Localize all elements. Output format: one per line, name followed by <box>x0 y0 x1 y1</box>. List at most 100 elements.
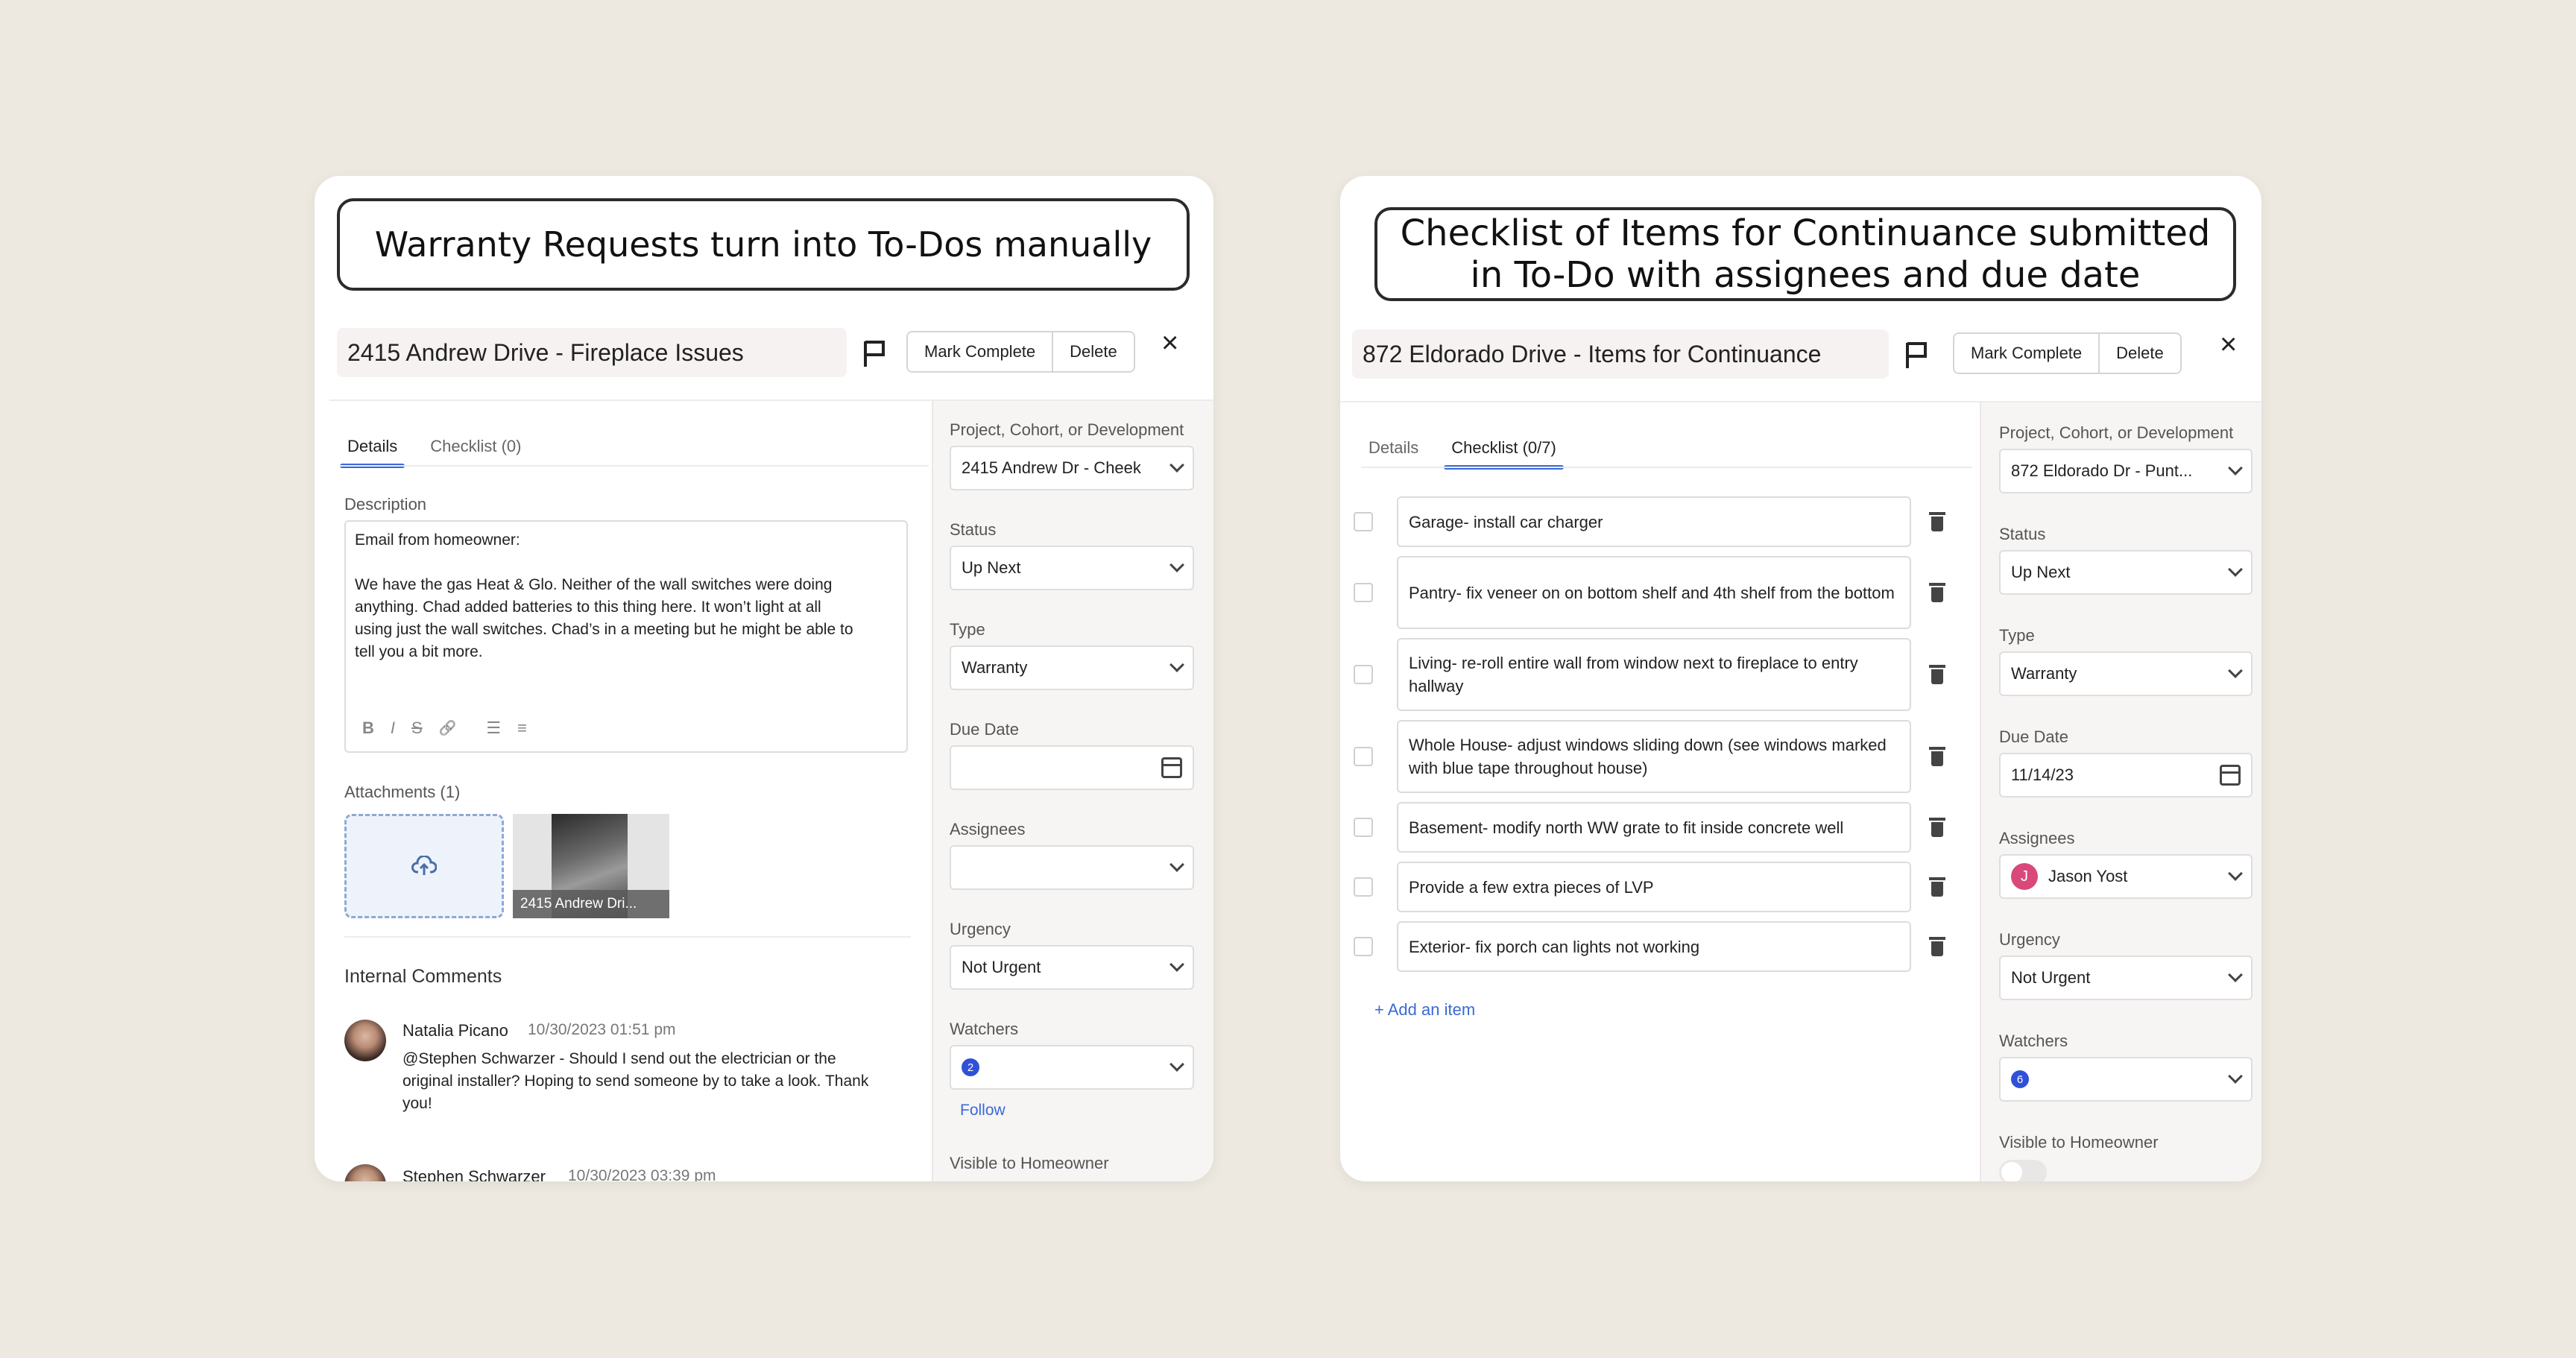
tab-divider <box>1361 467 1972 468</box>
due-date-label: Due Date <box>1999 727 2068 746</box>
project-select[interactable]: 2415 Andrew Dr - Cheek <box>950 446 1194 490</box>
checklist-item-text[interactable]: Whole House- adjust windows sliding down… <box>1397 720 1911 793</box>
watchers-count-badge: 2 <box>962 1058 979 1076</box>
attachment-caption: 2415 Andrew Dri... <box>513 890 669 918</box>
close-icon[interactable]: × <box>1161 328 1178 358</box>
chevron-down-icon <box>2228 562 2243 577</box>
due-date-field[interactable]: 11/14/23 <box>1999 753 2253 798</box>
flag-icon[interactable] <box>862 338 887 368</box>
watchers-label: Watchers <box>1999 1032 2068 1050</box>
calendar-icon[interactable] <box>2220 765 2241 786</box>
todo-title: 872 Eldorado Drive - Items for Continuan… <box>1363 340 1822 367</box>
tab-details[interactable]: Details <box>1361 438 1426 468</box>
caption-box: Warranty Requests turn into To-Dos manua… <box>337 198 1190 291</box>
todo-title-field[interactable]: 2415 Andrew Drive - Fireplace Issues <box>337 328 847 377</box>
checklist-item-text[interactable]: Pantry- fix veneer on on bottom shelf an… <box>1397 556 1911 629</box>
checklist-checkbox[interactable] <box>1354 818 1373 837</box>
status-select[interactable]: Up Next <box>950 546 1194 590</box>
checklist-checkbox[interactable] <box>1354 747 1373 766</box>
description-line: tell you a bit more. <box>355 643 483 660</box>
delete-button[interactable]: Delete <box>2098 334 2180 373</box>
comment-line: original installer? Hoping to send someo… <box>402 1073 869 1090</box>
checklist-checkbox[interactable] <box>1354 583 1373 602</box>
chevron-down-icon <box>1169 458 1184 473</box>
caption-text: Warranty Requests turn into To-Dos manua… <box>374 224 1152 265</box>
attachment-thumbnail[interactable]: 2415 Andrew Dri... <box>513 814 669 918</box>
project-label: Project, Cohort, or Development <box>1999 423 2234 442</box>
editor-toolbar: B I S 🔗 ☰ ≡ <box>362 719 527 738</box>
comment-author: Natalia Picano <box>402 1021 508 1040</box>
urgency-label: Urgency <box>1999 930 2060 949</box>
project-select[interactable]: 872 Eldorado Dr - Punt... <box>1999 449 2253 493</box>
action-button-group: Mark Complete Delete <box>906 331 1135 373</box>
watchers-select[interactable]: 6 <box>1999 1057 2253 1102</box>
continuance-todo-card: Checklist of Items for Continuance submi… <box>1340 176 2261 1181</box>
mark-complete-button[interactable]: Mark Complete <box>1954 334 2099 373</box>
assignees-label: Assignees <box>950 820 1026 839</box>
tab-checklist[interactable]: Checklist (0/7) <box>1444 438 1564 470</box>
checklist-item-text[interactable]: Basement- modify north WW grate to fit i… <box>1397 802 1911 853</box>
checklist-checkbox[interactable] <box>1354 877 1373 897</box>
description-line: We have the gas Heat & Glo. Neither of t… <box>355 576 833 593</box>
strikethrough-icon[interactable]: S <box>411 719 423 738</box>
urgency-value: Not Urgent <box>962 958 1041 976</box>
numbered-list-icon[interactable]: ≡ <box>517 719 527 738</box>
upload-dropzone[interactable] <box>344 814 504 918</box>
assignees-select[interactable]: J Jason Yost <box>1999 854 2253 899</box>
checklist-item-text[interactable]: Exterior- fix porch can lights not worki… <box>1397 921 1911 972</box>
flag-icon[interactable] <box>1904 340 1929 370</box>
add-item-link[interactable]: + Add an item <box>1374 1000 1475 1020</box>
urgency-select[interactable]: Not Urgent <box>950 945 1194 990</box>
type-select[interactable]: Warranty <box>1999 651 2253 696</box>
chevron-down-icon <box>2228 866 2243 881</box>
checklist-checkbox[interactable] <box>1354 512 1373 531</box>
type-label: Type <box>950 620 985 639</box>
checklist-checkbox[interactable] <box>1354 937 1373 956</box>
urgency-label: Urgency <box>950 920 1011 938</box>
italic-icon[interactable]: I <box>391 719 395 738</box>
caption-line: Checklist of Items for Continuance submi… <box>1400 212 2211 254</box>
calendar-icon[interactable] <box>1161 757 1182 778</box>
mark-complete-button[interactable]: Mark Complete <box>908 332 1052 371</box>
trash-icon[interactable] <box>1929 583 1945 602</box>
chevron-down-icon <box>2228 1069 2243 1084</box>
checklist-checkbox[interactable] <box>1354 665 1373 684</box>
assignees-select[interactable] <box>950 845 1194 890</box>
status-value: Up Next <box>2011 563 2071 581</box>
todo-title-field[interactable]: 872 Eldorado Drive - Items for Continuan… <box>1352 329 1889 379</box>
bullet-list-icon[interactable]: ☰ <box>486 719 501 738</box>
link-icon[interactable]: 🔗 <box>439 719 457 737</box>
delete-button[interactable]: Delete <box>1052 332 1134 371</box>
checklist-item: Pantry- fix veneer on on bottom shelf an… <box>1354 556 1945 629</box>
trash-icon[interactable] <box>1929 818 1945 837</box>
watchers-label: Watchers <box>950 1020 1019 1038</box>
follow-link[interactable]: Follow <box>960 1102 1006 1119</box>
checklist-item-text[interactable]: Living- re-roll entire wall from window … <box>1397 638 1911 711</box>
checklist-item-text[interactable]: Garage- install car charger <box>1397 496 1911 547</box>
trash-icon[interactable] <box>1929 877 1945 897</box>
cloud-upload-icon <box>411 856 437 875</box>
status-select[interactable]: Up Next <box>1999 550 2253 595</box>
trash-icon[interactable] <box>1929 747 1945 766</box>
trash-icon[interactable] <box>1929 665 1945 684</box>
tab-bar: Details Checklist (0/7) <box>1361 438 1564 470</box>
trash-icon[interactable] <box>1929 512 1945 531</box>
chevron-down-icon <box>1169 857 1184 872</box>
checklist-item: Living- re-roll entire wall from window … <box>1354 638 1945 711</box>
type-select[interactable]: Warranty <box>950 645 1194 690</box>
watchers-count-badge: 6 <box>2011 1070 2029 1088</box>
watchers-select[interactable]: 2 <box>950 1045 1194 1090</box>
trash-icon[interactable] <box>1929 937 1945 956</box>
bold-icon[interactable]: B <box>362 719 374 738</box>
tab-checklist[interactable]: Checklist (0) <box>423 437 528 467</box>
due-date-field[interactable] <box>950 745 1194 790</box>
project-label: Project, Cohort, or Development <box>950 420 1184 439</box>
visible-to-homeowner-toggle[interactable] <box>1999 1160 2047 1181</box>
urgency-select[interactable]: Not Urgent <box>1999 956 2253 1000</box>
chevron-down-icon <box>1169 558 1184 572</box>
checklist-item-text[interactable]: Provide a few extra pieces of LVP <box>1397 862 1911 912</box>
tab-details[interactable]: Details <box>340 437 405 468</box>
checklist-item: Provide a few extra pieces of LVP <box>1354 862 1945 912</box>
chevron-down-icon <box>2228 461 2243 476</box>
close-icon[interactable]: × <box>2220 329 2237 359</box>
